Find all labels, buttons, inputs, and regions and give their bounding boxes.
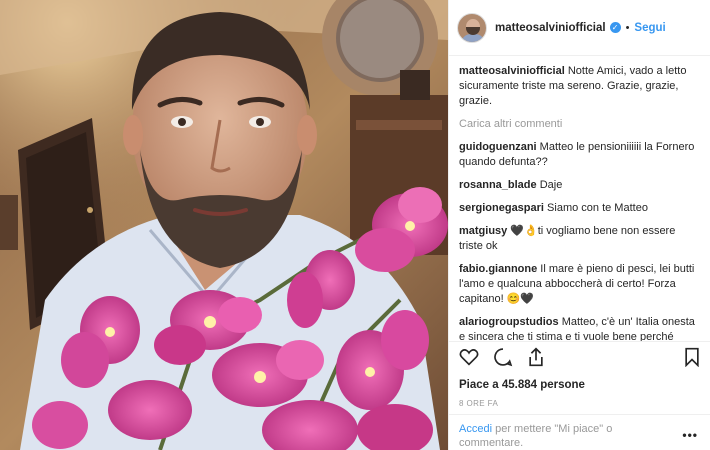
caption-username[interactable]: matteosalviniofficial <box>459 65 565 77</box>
comment-icon[interactable] <box>493 347 513 367</box>
avatar[interactable] <box>457 12 487 43</box>
comment-item: fabio.giannone Il mare è pieno di pesci,… <box>459 262 700 307</box>
comment-username[interactable]: matgiusy <box>459 225 507 237</box>
comment-item: alariogroupstudios Matteo, c'è un' Itali… <box>459 315 700 341</box>
selfie-with-orchids-image <box>0 0 448 450</box>
post-header: matteosalviniofficial ✓ • Segui <box>449 0 710 56</box>
header-separator: • <box>625 21 630 34</box>
caption: matteosalviniofficial Notte Amici, vado … <box>459 64 700 109</box>
comment-username[interactable]: fabio.giannone <box>459 263 537 275</box>
comment-item: matgiusy 🖤👌ti vogliamo bene non essere t… <box>459 224 700 254</box>
comment-item: sergionegaspari Siamo con te Matteo <box>459 201 700 216</box>
comment-username[interactable]: alariogroupstudios <box>459 316 559 328</box>
comment-username[interactable]: rosanna_blade <box>459 179 537 191</box>
post-photo[interactable] <box>0 0 448 450</box>
comment-item: guidoguenzani Matteo le pensioniiiiii la… <box>459 140 700 170</box>
verified-badge-icon: ✓ <box>609 22 621 33</box>
post-timestamp: 8 ORE FA <box>459 399 499 408</box>
post-username[interactable]: matteosalviniofficial <box>495 22 606 34</box>
comment-text: Siamo con te Matteo <box>547 202 648 214</box>
likes-count[interactable]: Piace a 45.884 persone <box>459 379 585 391</box>
share-icon[interactable] <box>527 346 545 367</box>
comment-username[interactable]: guidoguenzani <box>459 141 537 153</box>
load-more-comments-link[interactable]: Carica altri commenti <box>459 117 700 132</box>
post-side-panel: matteosalviniofficial ✓ • Segui matteosa… <box>448 0 710 450</box>
comment-item: rosanna_blade Daje <box>459 178 700 193</box>
post-actions <box>449 341 710 371</box>
login-link[interactable]: Accedi <box>459 423 492 435</box>
more-options-button[interactable]: ••• <box>682 428 698 442</box>
follow-button[interactable]: Segui <box>634 22 665 34</box>
comment-text: Daje <box>539 179 563 191</box>
comments-list[interactable]: matteosalviniofficial Notte Amici, vado … <box>449 57 710 341</box>
bookmark-icon[interactable] <box>684 347 700 367</box>
add-comment-section: Accedi per mettere "Mi piace" o commenta… <box>449 414 710 450</box>
heart-icon[interactable] <box>459 348 479 366</box>
comment-username[interactable]: sergionegaspari <box>459 202 544 214</box>
instagram-post: matteosalviniofficial ✓ • Segui matteosa… <box>0 0 710 450</box>
